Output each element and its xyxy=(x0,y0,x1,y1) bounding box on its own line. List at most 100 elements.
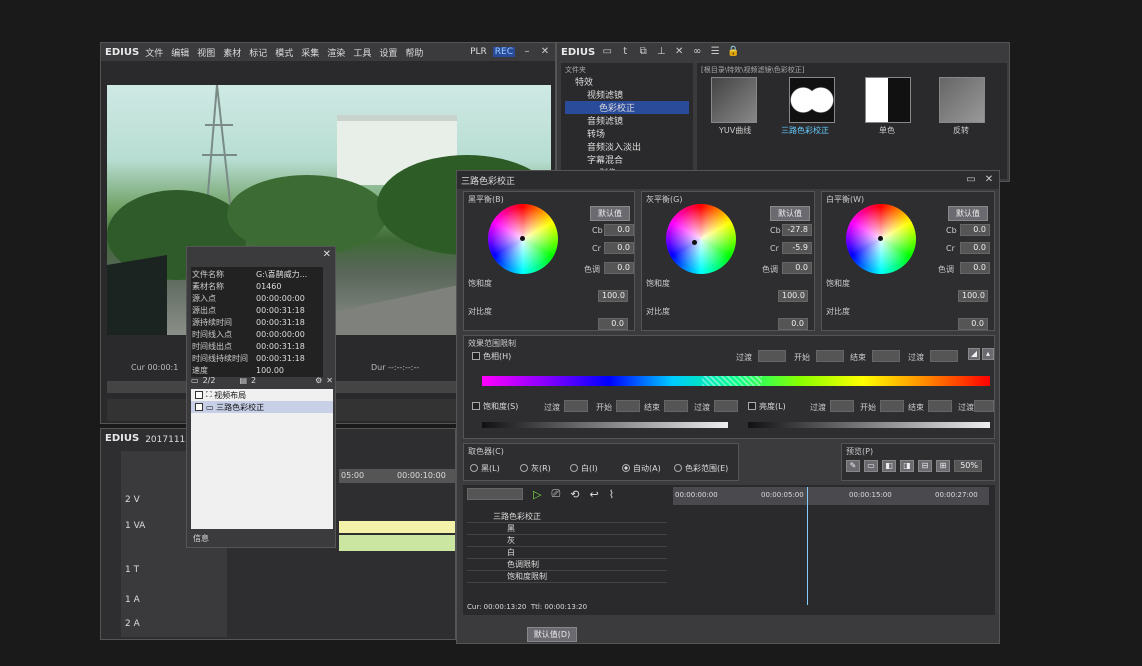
gray-cb-field[interactable]: -27.8 xyxy=(782,224,812,236)
menu-clip[interactable]: 素材 xyxy=(223,49,241,59)
three-way-cc-thumb[interactable] xyxy=(789,77,835,123)
folder-icon[interactable]: ▭ xyxy=(601,46,613,58)
picker-range-radio[interactable]: 色彩范围(E) xyxy=(674,462,728,474)
sat-transition-field[interactable] xyxy=(564,400,588,412)
white-contrast-field[interactable]: 0.0 xyxy=(958,318,988,330)
plr-label[interactable]: PLR xyxy=(470,47,487,57)
picker-auto-radio[interactable]: 自动(A) xyxy=(622,462,661,474)
menu-edit[interactable]: 编辑 xyxy=(171,49,189,59)
graph-icon[interactable]: ⌇ xyxy=(609,488,614,501)
delete-icon[interactable]: ✕ xyxy=(673,46,685,58)
kf-track[interactable]: 色调限制 xyxy=(467,559,667,571)
curve-icon[interactable]: ▴ xyxy=(982,348,994,360)
lum-range-bar[interactable] xyxy=(748,422,990,428)
black-contrast-field[interactable]: 0.0 xyxy=(598,318,628,330)
gray-contrast-field[interactable]: 0.0 xyxy=(778,318,808,330)
kf-track[interactable]: 白 xyxy=(467,547,667,559)
black-cb-field[interactable]: 0.0 xyxy=(604,224,634,236)
wheel-dot[interactable] xyxy=(878,236,883,241)
keyframe-dropdown[interactable] xyxy=(467,488,523,500)
black-sat-field[interactable]: 100.0 xyxy=(598,290,628,302)
sat-range-bar[interactable] xyxy=(482,422,728,428)
close-icon[interactable]: ✕ xyxy=(539,46,551,58)
settings-icon[interactable]: ⚙ xyxy=(315,376,322,385)
preview-zoom-field[interactable]: 50% xyxy=(954,460,982,472)
tree-item[interactable]: 音频淡入淡出 xyxy=(565,140,689,153)
maximize-icon[interactable]: ▭ xyxy=(965,174,977,186)
lum-limit-checkbox[interactable]: 亮度(L) xyxy=(748,400,786,412)
track-header-1va[interactable]: 1 VA xyxy=(125,521,145,531)
preview-full-icon[interactable]: ▭ xyxy=(864,460,878,472)
lum-transition-field-2[interactable] xyxy=(974,400,994,412)
menu-help[interactable]: 帮助 xyxy=(405,49,423,59)
hue-start-field[interactable] xyxy=(816,350,844,362)
close-icon[interactable]: ✕ xyxy=(983,174,995,186)
picker-black-radio[interactable]: 黑(L) xyxy=(470,462,500,474)
lock-icon[interactable]: 🔒 xyxy=(727,46,739,58)
wheel-dot[interactable] xyxy=(520,236,525,241)
kf-track[interactable]: 灰 xyxy=(467,535,667,547)
close-icon[interactable]: ✕ xyxy=(323,249,331,260)
filter-icon[interactable]: ⊥ xyxy=(655,46,667,58)
kf-track[interactable]: 黑 xyxy=(467,523,667,535)
minimize-icon[interactable]: – xyxy=(521,46,533,58)
gray-color-wheel[interactable] xyxy=(666,204,736,274)
filter-checkbox[interactable] xyxy=(195,391,203,399)
gray-default-button[interactable]: 默认值 xyxy=(770,206,810,221)
menu-settings[interactable]: 设置 xyxy=(379,49,397,59)
gray-cr-field[interactable]: -5.9 xyxy=(782,242,812,254)
link-icon[interactable]: ∞ xyxy=(691,46,703,58)
preview-eyedropper-icon[interactable]: ✎ xyxy=(846,460,860,472)
track-header-1a[interactable]: 1 A xyxy=(125,595,140,605)
menu-capture[interactable]: 采集 xyxy=(301,49,319,59)
tree-item[interactable]: 特效 xyxy=(565,75,689,88)
white-sat-field[interactable]: 100.0 xyxy=(958,290,988,302)
white-hue-field[interactable]: 0.0 xyxy=(960,262,990,274)
gray-hue-field[interactable]: 0.0 xyxy=(782,262,812,274)
gray-sat-field[interactable]: 100.0 xyxy=(778,290,808,302)
mono-thumb[interactable] xyxy=(865,77,911,123)
kf-track[interactable]: 饱和度限制 xyxy=(467,571,667,583)
sat-transition-field-2[interactable] xyxy=(714,400,738,412)
black-hue-field[interactable]: 0.0 xyxy=(604,262,634,274)
copy-icon[interactable]: ⧉ xyxy=(637,46,649,58)
play-icon[interactable]: ▷ xyxy=(533,488,541,501)
white-color-wheel[interactable] xyxy=(846,204,916,274)
tree-item[interactable]: 转场 xyxy=(565,127,689,140)
black-color-wheel[interactable] xyxy=(488,204,558,274)
hue-range-selection[interactable] xyxy=(702,376,762,386)
eyedropper-icon[interactable]: ◢ xyxy=(968,348,980,360)
black-cr-field[interactable]: 0.0 xyxy=(604,242,634,254)
monitor-icon[interactable]: ⎚ xyxy=(551,487,560,501)
list-view-icon[interactable]: ☰ xyxy=(709,46,721,58)
tree-item[interactable]: 音频滤镜 xyxy=(565,114,689,127)
menu-mode[interactable]: 模式 xyxy=(275,49,293,59)
hue-limit-checkbox[interactable]: 色相(H) xyxy=(472,350,511,362)
menu-marker[interactable]: 标记 xyxy=(249,49,267,59)
loop-icon[interactable]: ⟲ xyxy=(570,488,579,501)
menu-render[interactable]: 渲染 xyxy=(327,49,345,59)
hue-end-field[interactable] xyxy=(872,350,900,362)
track-header-2a[interactable]: 2 A xyxy=(125,619,140,629)
wheel-dot[interactable] xyxy=(692,240,697,245)
text-icon[interactable]: t xyxy=(619,46,631,58)
picker-gray-radio[interactable]: 灰(R) xyxy=(520,462,551,474)
white-default-button[interactable]: 默认值 xyxy=(948,206,988,221)
tree-item[interactable]: 视频滤镜 xyxy=(565,88,689,101)
hue-transition-field-2[interactable] xyxy=(930,350,958,362)
timeline-ruler[interactable]: 05:00 00:00:10:00 xyxy=(339,469,455,483)
delete-icon[interactable]: ✕ xyxy=(326,376,333,385)
lum-transition-field[interactable] xyxy=(830,400,854,412)
playhead[interactable] xyxy=(807,487,808,605)
menu-view[interactable]: 视图 xyxy=(197,49,215,59)
white-cb-field[interactable]: 0.0 xyxy=(960,224,990,236)
audio-clip[interactable] xyxy=(339,535,455,551)
return-icon[interactable]: ↩ xyxy=(590,488,599,501)
filter-checkbox[interactable] xyxy=(195,403,203,411)
sat-limit-checkbox[interactable]: 饱和度(S) xyxy=(472,400,518,412)
filter-item-selected[interactable]: ▭ 三路色彩校正 xyxy=(191,401,333,413)
track-header-1t[interactable]: 1 T xyxy=(125,565,139,575)
tree-item[interactable]: 字幕混合 xyxy=(565,153,689,166)
preview-hsplit-icon[interactable]: ⊟ xyxy=(918,460,932,472)
white-cr-field[interactable]: 0.0 xyxy=(960,242,990,254)
